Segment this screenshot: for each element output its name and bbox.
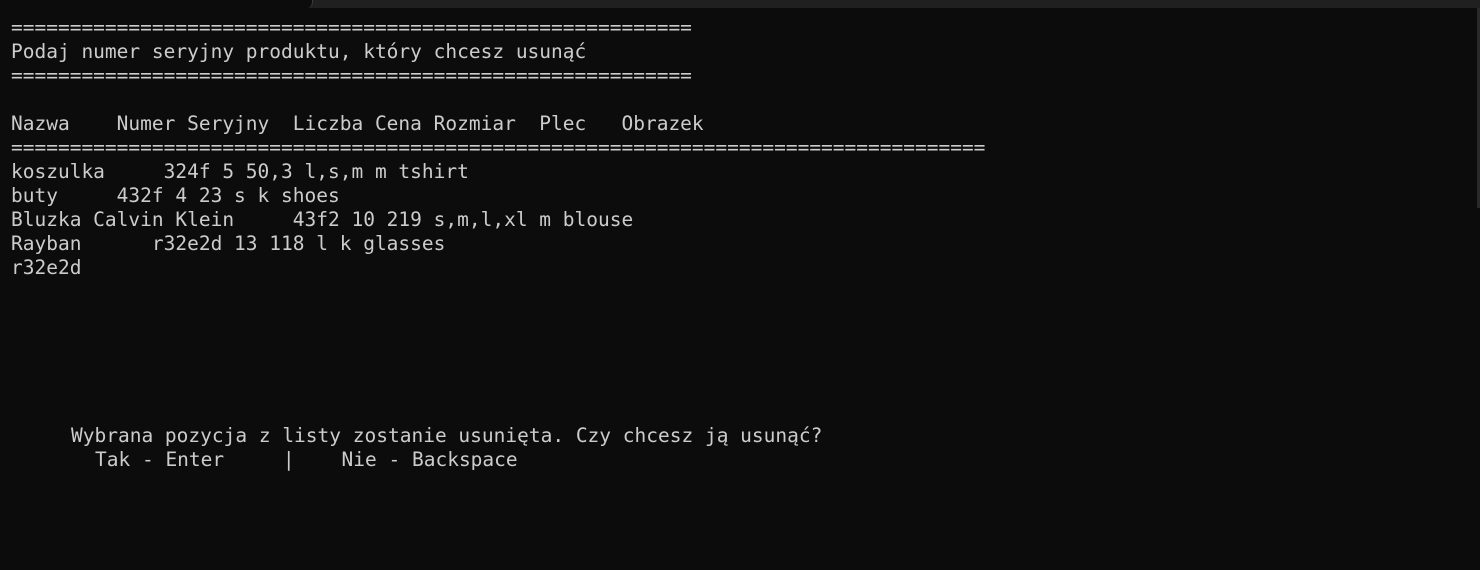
table-separator: ========================================… — [11, 136, 986, 159]
table-row: buty 432f 4 23 s k shoes — [11, 184, 340, 207]
separator-line: ========================================… — [11, 16, 692, 39]
table-row: Rayban r32e2d 13 118 l k glasses — [11, 232, 446, 255]
table-row: Bluzka Calvin Klein 43f2 10 219 s,m,l,xl… — [11, 208, 634, 231]
tab-strip[interactable] — [0, 0, 1480, 8]
separator-line: ========================================… — [11, 64, 692, 87]
delete-prompt: Podaj numer seryjny produktu, który chce… — [11, 40, 587, 63]
terminal-window[interactable]: ========================================… — [0, 0, 1480, 570]
table-row: koszulka 324f 5 50,3 l,s,m m tshirt — [11, 160, 469, 183]
confirm-question: Wybrana pozycja z listy zostanie usunięt… — [71, 424, 823, 447]
table-header: Nazwa Numer Seryjny Liczba Cena Rozmiar … — [11, 112, 704, 135]
active-tab[interactable] — [0, 0, 313, 8]
serial-number-input[interactable]: r32e2d — [11, 256, 81, 280]
confirm-options[interactable]: Tak - Enter | Nie - Backspace — [95, 448, 518, 472]
